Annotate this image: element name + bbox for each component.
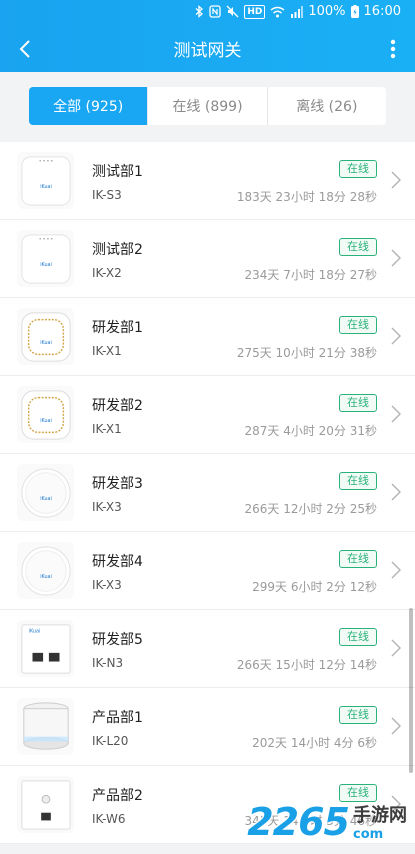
device-model: IK-L20	[92, 734, 129, 748]
hd-badge: HD	[244, 4, 266, 19]
svg-text:iKuai: iKuai	[40, 183, 52, 189]
tab-filter-1[interactable]: 在线 (899)	[148, 87, 268, 125]
status-badge: 在线	[339, 160, 377, 178]
watermark-number: 2265	[247, 800, 350, 844]
svg-text:iKuai: iKuai	[40, 339, 52, 345]
device-thumbnail: iKuai	[17, 152, 74, 209]
device-row[interactable]: iKuai 研发部5 IK-N3 在线 266天 15小时 12分 14秒	[0, 610, 415, 688]
device-model: IK-N3	[92, 656, 124, 670]
chevron-right-icon	[391, 483, 401, 501]
device-uptime: 266天 15小时 12分 14秒	[236, 658, 377, 672]
battery-percent: 100%	[308, 4, 346, 19]
signal-icon	[290, 5, 304, 18]
status-badge: 在线	[339, 550, 377, 568]
device-row[interactable]: iKuai 测试部1 IK-S3 在线 183天 23小时 18分 28秒	[0, 142, 415, 220]
device-name: 研发部2	[92, 398, 143, 414]
device-row[interactable]: iKuai 研发部1 IK-X1 在线 275天 10小时 21分 38秒	[0, 298, 415, 376]
scrollbar[interactable]	[409, 608, 413, 773]
svg-text:iKuai: iKuai	[40, 495, 52, 501]
device-model: IK-W6	[92, 812, 126, 826]
status-badge: 在线	[339, 316, 377, 334]
svg-text:iKuai: iKuai	[28, 628, 40, 634]
more-menu-button[interactable]	[381, 34, 405, 64]
device-row[interactable]: iKuai 测试部2 IK-X2 在线 234天 7小时 18分 27秒	[0, 220, 415, 298]
device-name: 研发部3	[92, 476, 143, 492]
device-uptime: 299天 6小时 2分 12秒	[252, 580, 377, 594]
watermark: 2265 手游网 com	[247, 800, 407, 844]
tab-filter-2[interactable]: 离线 (26)	[268, 87, 386, 125]
device-name: 研发部4	[92, 554, 143, 570]
page-title: 测试网关	[173, 41, 242, 61]
device-name: 产品部2	[92, 788, 143, 804]
device-name: 产品部1	[92, 710, 143, 726]
device-row[interactable]: iKuai 研发部2 IK-X1 在线 287天 4小时 20分 31秒	[0, 376, 415, 454]
svg-text:iKuai: iKuai	[40, 417, 52, 423]
status-filter-tabs: 全部 (925) 在线 (899) 离线 (26)	[29, 87, 386, 125]
chevron-right-icon	[391, 405, 401, 423]
device-model: IK-X3	[92, 578, 122, 592]
device-uptime: 183天 23小时 18分 28秒	[236, 190, 377, 204]
more-vertical-icon	[390, 39, 396, 59]
chevron-right-icon	[391, 717, 401, 735]
device-thumbnail	[17, 698, 74, 755]
watermark-cn: 手游网	[353, 805, 407, 826]
device-name: 测试部1	[92, 164, 143, 180]
device-uptime: 287天 4小时 20分 31秒	[244, 424, 377, 438]
status-badge: 在线	[339, 706, 377, 724]
svg-text:iKuai: iKuai	[40, 261, 52, 267]
chevron-right-icon	[391, 561, 401, 579]
chevron-right-icon	[391, 639, 401, 657]
device-name: 测试部2	[92, 242, 143, 258]
device-model: IK-X1	[92, 344, 122, 358]
battery-icon	[350, 5, 359, 18]
status-badge: 在线	[339, 472, 377, 490]
device-model: IK-X2	[92, 266, 122, 280]
app-header: HD 100% 16:00 测试网关	[0, 0, 415, 72]
status-bar: HD 100% 16:00	[0, 0, 415, 26]
status-badge: 在线	[339, 628, 377, 646]
mute-icon	[226, 5, 239, 18]
device-model: IK-X1	[92, 422, 122, 436]
device-uptime: 202天 14小时 4分 6秒	[252, 736, 377, 750]
clock: 16:00	[363, 4, 401, 19]
device-thumbnail: iKuai	[17, 230, 74, 287]
chevron-right-icon	[391, 327, 401, 345]
device-uptime: 275天 10小时 21分 38秒	[236, 346, 377, 360]
device-name: 研发部1	[92, 320, 143, 336]
device-thumbnail: iKuai	[17, 386, 74, 443]
chevron-right-icon	[391, 171, 401, 189]
device-thumbnail: iKuai	[17, 464, 74, 521]
device-row[interactable]: iKuai 研发部4 IK-X3 在线 299天 6小时 2分 12秒	[0, 532, 415, 610]
device-model: IK-X3	[92, 500, 122, 514]
device-thumbnail: iKuai	[17, 542, 74, 599]
nfc-icon	[209, 5, 221, 18]
device-list: iKuai 测试部1 IK-S3 在线 183天 23小时 18分 28秒 iKuai 测试…	[0, 142, 415, 844]
watermark-domain: com	[353, 827, 384, 842]
status-icons: HD 100% 16:00	[195, 4, 401, 19]
device-uptime: 266天 12小时 2分 25秒	[244, 502, 377, 516]
status-badge: 在线	[339, 238, 377, 256]
filter-bar: 全部 (925) 在线 (899) 离线 (26)	[0, 72, 415, 142]
tab-filter-0[interactable]: 全部 (925)	[29, 87, 149, 125]
device-thumbnail: iKuai	[17, 620, 74, 677]
device-thumbnail: iKuai	[17, 308, 74, 365]
device-name: 研发部5	[92, 632, 143, 648]
svg-text:iKuai: iKuai	[40, 573, 52, 579]
device-uptime: 234天 7小时 18分 27秒	[244, 268, 377, 282]
status-badge: 在线	[339, 394, 377, 412]
device-thumbnail	[17, 776, 74, 833]
nav-bar: 测试网关	[0, 26, 415, 72]
device-model: IK-S3	[92, 188, 122, 202]
device-row[interactable]: iKuai 研发部3 IK-X3 在线 266天 12小时 2分 25秒	[0, 454, 415, 532]
device-row[interactable]: 产品部1 IK-L20 在线 202天 14小时 4分 6秒	[0, 688, 415, 766]
bluetooth-icon	[195, 5, 204, 18]
chevron-right-icon	[391, 249, 401, 267]
wifi-icon	[270, 6, 285, 18]
